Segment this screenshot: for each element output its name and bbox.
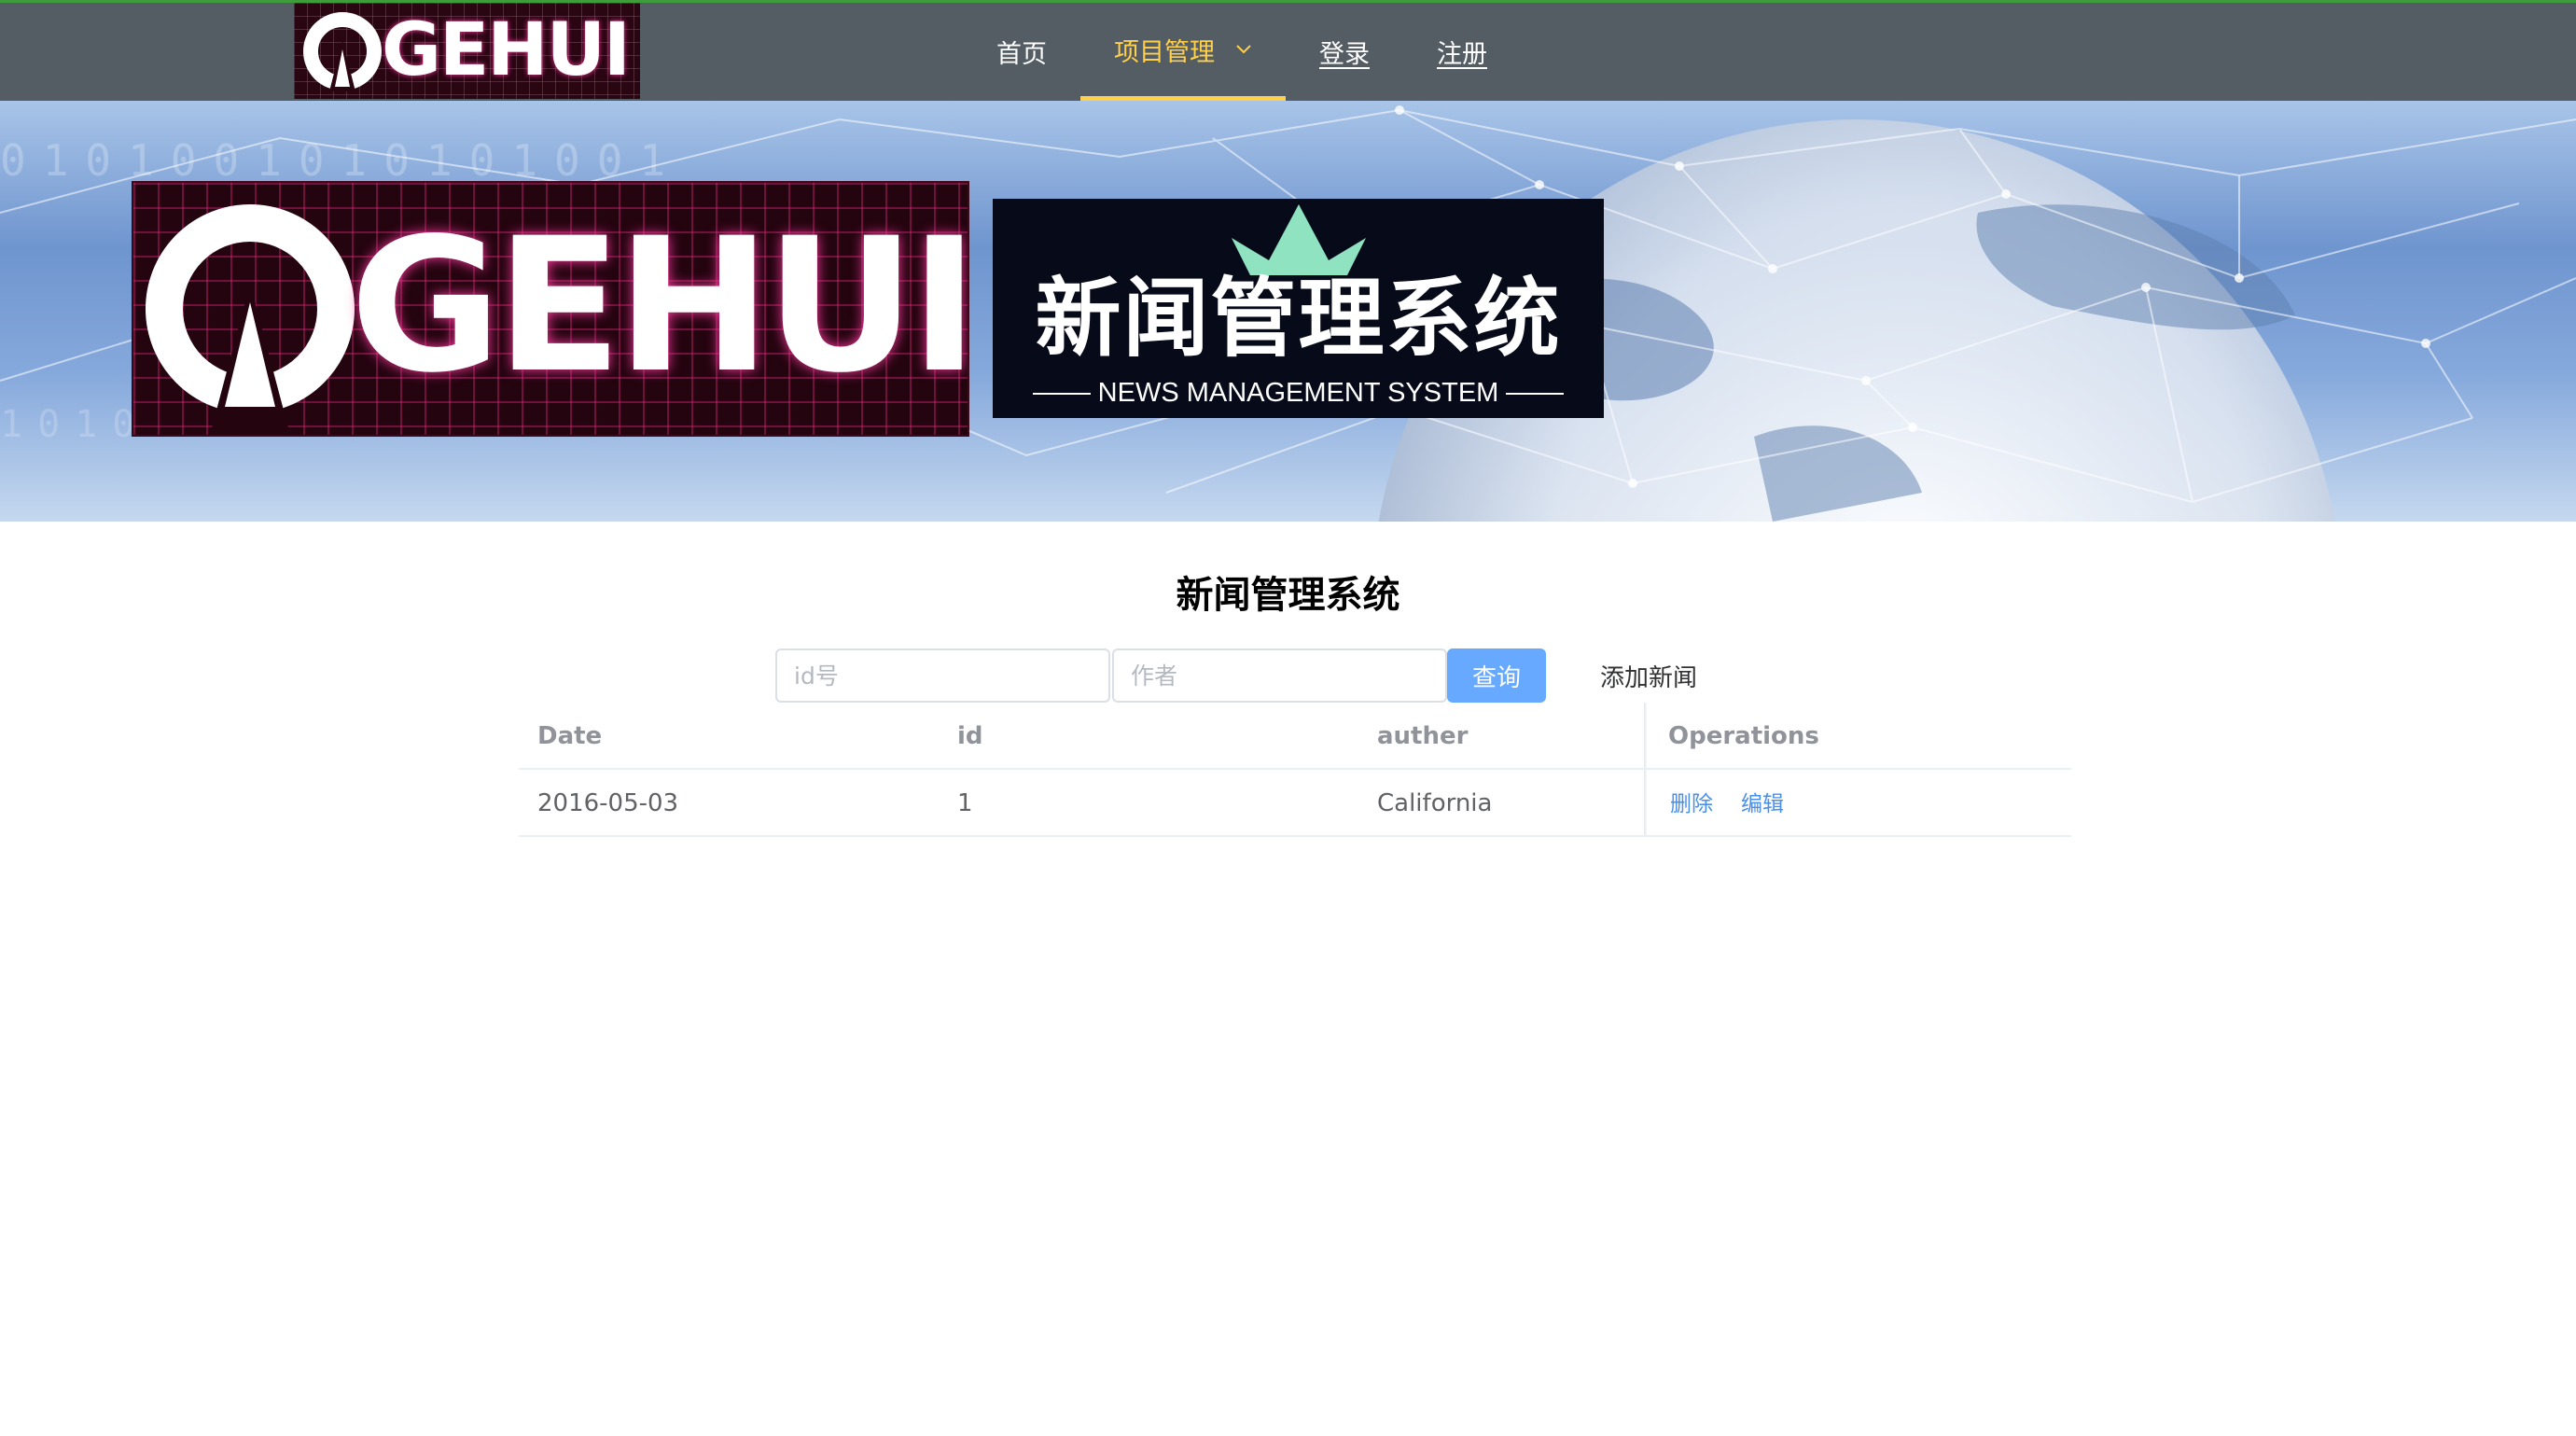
dash-right xyxy=(1506,393,1565,396)
nav-register-label: 注册 xyxy=(1437,40,1487,69)
edit-link[interactable]: 编辑 xyxy=(1741,792,1784,816)
nav-home-label: 首页 xyxy=(996,40,1047,69)
banner-logo: GEHUI xyxy=(133,183,968,435)
news-table: Date id auther Operations 2016-05-03 1 C… xyxy=(519,703,2071,837)
banner-title-en: NEWS MANAGEMENT SYSTEM xyxy=(1097,378,1499,408)
table-row: 2016-05-03 1 California 删除 编辑 xyxy=(519,770,2071,837)
column-header-id: id xyxy=(957,722,983,750)
crown-icon xyxy=(1232,204,1366,275)
banner-news-title-box: 新闻管理系统 NEWS MANAGEMENT SYSTEM xyxy=(993,199,1604,418)
svg-text:1010: 1010 xyxy=(0,403,149,446)
cell-id: 1 xyxy=(957,789,973,817)
cell-operations: 删除 编辑 xyxy=(1670,770,1812,837)
cell-date: 2016-05-03 xyxy=(537,789,679,817)
delete-link[interactable]: 删除 xyxy=(1670,792,1713,816)
banner-title-cn: 新闻管理系统 xyxy=(1035,268,1562,369)
author-search-input[interactable] xyxy=(1112,648,1447,703)
query-button[interactable]: 查询 xyxy=(1447,648,1546,703)
nav-item-register[interactable]: 注册 xyxy=(1403,3,1521,101)
main-nav: 首页 项目管理 登录 注册 xyxy=(963,3,1521,101)
nav-item-home[interactable]: 首页 xyxy=(963,3,1080,101)
table-header-row: Date id auther Operations xyxy=(519,703,2071,770)
banner-logo-text: GEHUI xyxy=(350,198,968,413)
site-logo[interactable]: GEHUI xyxy=(294,3,640,99)
top-navbar: GEHUI 首页 项目管理 登录 注册 xyxy=(0,0,2576,101)
nav-login-label: 登录 xyxy=(1319,40,1370,69)
add-news-button[interactable]: 添加新闻 xyxy=(1588,648,1709,703)
column-header-author: auther xyxy=(1377,722,1469,750)
column-header-date: Date xyxy=(537,722,603,750)
nav-project-label: 项目管理 xyxy=(1114,37,1215,67)
svg-text:0101001010101001: 0101001010101001 xyxy=(0,135,682,186)
logo-text: GEHUI xyxy=(382,8,631,92)
column-header-operations: Operations xyxy=(1668,722,1819,750)
nav-item-login[interactable]: 登录 xyxy=(1286,3,1403,101)
banner-title-en-row: NEWS MANAGEMENT SYSTEM xyxy=(993,378,1604,409)
page-title: 新闻管理系统 xyxy=(1176,574,1400,617)
nav-item-project-management[interactable]: 项目管理 xyxy=(1080,3,1286,101)
cell-author: California xyxy=(1377,789,1493,817)
id-search-input[interactable] xyxy=(775,648,1110,703)
hero-banner: 0101001010101001 1010 GEHUI 新闻管理系统 NEWS … xyxy=(0,101,2576,522)
dash-left xyxy=(1032,393,1091,396)
chevron-down-icon xyxy=(1236,45,1251,54)
